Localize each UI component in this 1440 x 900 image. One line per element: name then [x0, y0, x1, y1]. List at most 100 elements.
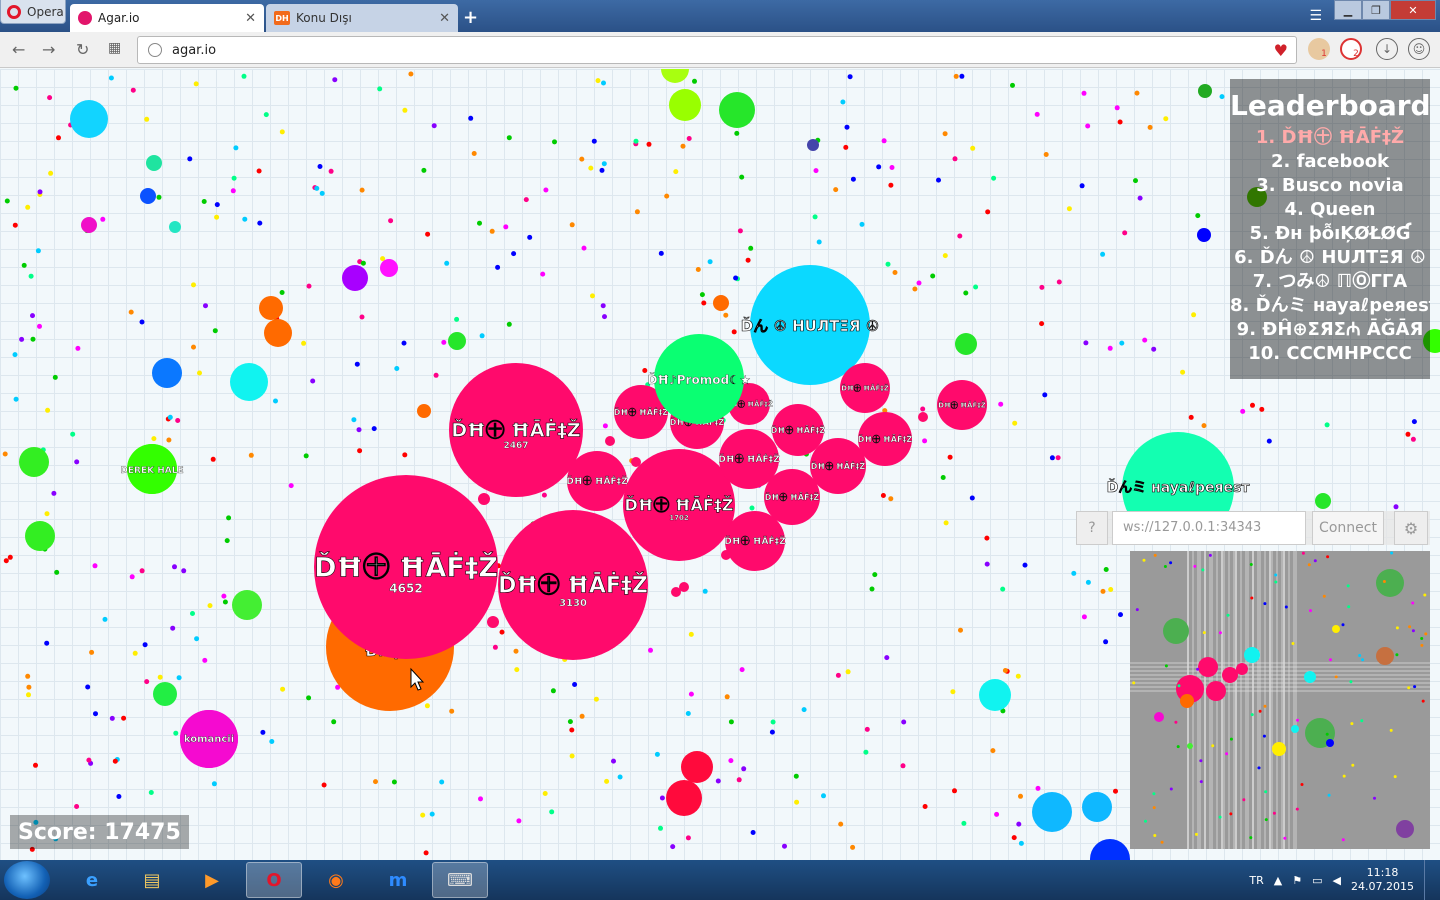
food-pellet [1056, 279, 1062, 285]
minimize-button[interactable]: ▁ [1334, 0, 1362, 20]
minimap-pellet [1341, 623, 1345, 627]
language-indicator[interactable]: TR [1249, 874, 1263, 887]
forward-icon[interactable]: → [42, 40, 55, 59]
leaderboard-entry: 9. ĐĤ⊕ΣЯΣ₼ ĀĞĀЯ [1236, 319, 1424, 340]
food-pellet [506, 321, 512, 327]
extension-badge: 2 [1353, 49, 1359, 59]
food-pellet [109, 715, 115, 721]
speed-dial-icon[interactable]: ▦ [108, 40, 121, 56]
maximize-button[interactable]: ❐ [1362, 0, 1390, 20]
tab-menu-icon[interactable]: ☰ [1309, 8, 1322, 24]
food-pellet [499, 629, 505, 635]
site-info-icon[interactable] [148, 43, 162, 57]
food-pellet [516, 818, 522, 824]
game-canvas[interactable]: Đн þỗĎん ☮ HUЛTΞЯ ☮Ďんミ нayaℓpeяeѕтDEREK H… [0, 69, 1440, 860]
enemy-cell [955, 333, 977, 355]
opera-logo-icon [7, 4, 21, 19]
food-pellet [70, 431, 76, 437]
food-pellet [813, 168, 819, 174]
file-explorer-icon[interactable]: ▤ [124, 862, 180, 898]
opera-menu-button[interactable]: Opera [0, 0, 66, 24]
food-pellet [401, 340, 407, 346]
food-pellet [770, 719, 776, 725]
food-pellet [957, 233, 963, 239]
download-icon[interactable]: ↓ [1376, 38, 1398, 60]
minimap-cell [1376, 569, 1404, 597]
connect-button[interactable]: Connect [1312, 511, 1384, 545]
back-icon[interactable]: ← [12, 40, 25, 59]
minimap-pellet [1225, 752, 1229, 756]
food-pellet [850, 176, 856, 182]
food-pellet [963, 290, 969, 296]
minimap-pellet [1176, 745, 1180, 749]
clock[interactable]: 11:18 24.07.2015 [1351, 866, 1414, 894]
food-pellet [737, 228, 743, 234]
food-pellet [588, 165, 594, 171]
food-pellet [221, 593, 227, 599]
food-pellet [1119, 340, 1125, 346]
help-button[interactable]: ? [1076, 511, 1108, 545]
internet-explorer-icon[interactable]: e [64, 862, 120, 898]
enemy-cell [232, 590, 262, 620]
food-pellet [936, 177, 941, 183]
close-tab-icon[interactable]: ✕ [439, 11, 450, 26]
food-pellet [602, 314, 607, 320]
food-pellet [203, 303, 208, 309]
food-pellet [471, 151, 477, 156]
windows-taskbar: e ▤ ▶ O ◉ m ⌨ TR ▲ ⚑ ▭ ◀ 11:18 24.07.201… [0, 860, 1440, 900]
food-pellet [233, 145, 239, 151]
food-pellet [314, 185, 320, 191]
start-button[interactable] [4, 861, 50, 899]
address-bar[interactable]: agar.io ♥ [137, 36, 1297, 64]
minimap-pellet [1325, 732, 1329, 736]
extension-icon[interactable]: 1 [1308, 38, 1330, 60]
tab-agar[interactable]: Agar.io ✕ [70, 4, 264, 32]
close-tab-icon[interactable]: ✕ [245, 11, 256, 26]
food-pellet [1018, 793, 1023, 799]
firefox-icon[interactable]: ◉ [308, 862, 364, 898]
adblock-icon[interactable]: 2 [1340, 38, 1362, 60]
food-pellet [581, 245, 587, 251]
close-window-button[interactable]: ✕ [1390, 0, 1436, 20]
tab-konu-disi[interactable]: DH Konu Dışı ✕ [266, 4, 458, 32]
food-pellet [321, 782, 327, 788]
food-pellet [702, 588, 708, 594]
reload-icon[interactable]: ↻ [76, 40, 89, 59]
minimap-pellet [1169, 561, 1173, 565]
food-pellet [1151, 346, 1157, 352]
minimap-pellet [1249, 836, 1253, 840]
food-pellet [187, 156, 193, 162]
network-icon[interactable]: ▭ [1312, 874, 1322, 887]
food-pellet [863, 749, 869, 755]
food-pellet [439, 779, 445, 785]
new-tab-button[interactable]: + [463, 7, 478, 28]
volume-icon[interactable]: ◀ [1333, 874, 1341, 887]
show-hidden-icons-icon[interactable]: ▲ [1274, 874, 1282, 887]
opera-taskbar-icon[interactable]: O [246, 862, 302, 898]
food-pellet [433, 372, 439, 378]
keyboard-app-icon[interactable]: ⌨ [432, 862, 488, 898]
server-address-input[interactable]: ws://127.0.0.1:34343 [1112, 511, 1306, 545]
food-pellet [1393, 504, 1399, 510]
food-pellet [13, 85, 19, 91]
food-pellet [599, 167, 605, 173]
show-desktop-button[interactable] [1424, 860, 1434, 900]
maxthon-icon[interactable]: m [370, 862, 426, 898]
gear-icon[interactable]: ⚙ [1394, 511, 1428, 545]
enemy-cell [979, 679, 1011, 711]
action-center-flag-icon[interactable]: ⚑ [1292, 874, 1302, 887]
food-pellet [1012, 420, 1018, 426]
food-pellet [600, 303, 606, 309]
media-player-icon[interactable]: ▶ [184, 862, 240, 898]
food-pellet [1195, 213, 1201, 219]
minimap-pellet [1163, 565, 1167, 568]
minimap-cell [1163, 618, 1189, 644]
account-icon[interactable]: ☺ [1408, 38, 1430, 60]
food-pellet [664, 193, 670, 199]
minimap-pellet [1250, 596, 1254, 600]
minimap-cell [1180, 694, 1194, 708]
food-pellet [659, 795, 665, 801]
bookmark-heart-icon[interactable]: ♥ [1274, 41, 1288, 60]
food-pellet [3, 558, 9, 564]
minimap-pellet [1411, 629, 1415, 633]
